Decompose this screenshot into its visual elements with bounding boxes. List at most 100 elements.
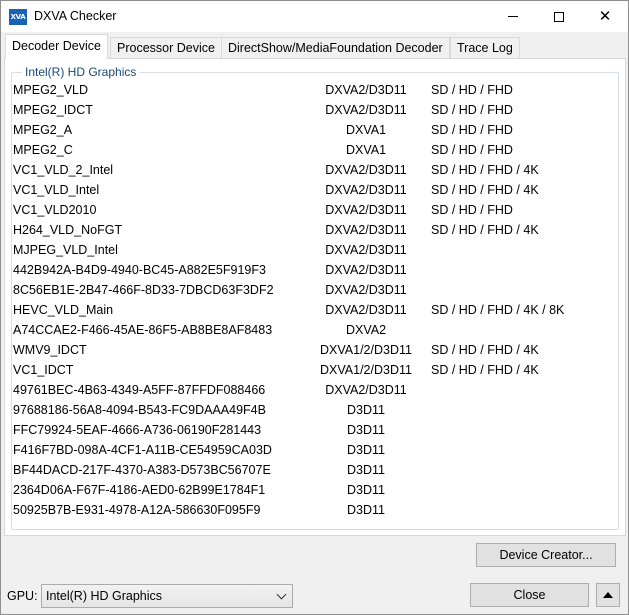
decoder-resolutions: SD / HD / FHD / 4K	[431, 183, 539, 197]
triangle-up-icon	[603, 592, 613, 598]
window-title: DXVA Checker	[34, 9, 117, 23]
decoder-api: DXVA2/D3D11	[325, 83, 407, 97]
decoder-row[interactable]: 442B942A-B4D9-4940-BC45-A882E5F919F3 DXVA…	[13, 260, 613, 280]
decoder-api: DXVA1	[345, 143, 387, 157]
decoder-api: D3D11	[347, 463, 385, 477]
decoder-resolutions: SD / HD / FHD / 4K	[431, 163, 539, 177]
decoder-name: F416F7BD-098A-4CF1-A11B-CE54959CA03D	[13, 443, 272, 457]
tab-processor-device[interactable]: Processor Device	[110, 37, 222, 58]
minimize-icon	[508, 16, 518, 17]
decoder-name: MPEG2_VLD	[13, 83, 89, 97]
group-title: Intel(R) HD Graphics	[22, 65, 140, 79]
decoder-row[interactable]: VC1_VLD2010 DXVA2/D3D11 SD / HD / FHD	[13, 200, 613, 220]
decoder-api: DXVA2/D3D11	[325, 263, 407, 277]
decoder-api: DXVA1/2/D3D11	[320, 343, 412, 357]
decoder-resolutions: SD / HD / FHD	[431, 143, 513, 157]
decoder-row[interactable]: BF44DACD-217F-4370-A383-D573BC56707E D3D1…	[13, 460, 613, 480]
decoder-api: DXVA2/D3D11	[325, 223, 407, 237]
decoder-list[interactable]: MPEG2_VLD DXVA2/D3D11 SD / HD / FHD MPEG2_I…	[13, 80, 613, 520]
title-bar[interactable]: XVA DXVA Checker ✕	[1, 1, 628, 32]
decoder-api: DXVA1	[345, 123, 387, 137]
decoder-resolutions: SD / HD / FHD	[431, 203, 513, 217]
maximize-icon	[554, 11, 564, 22]
decoder-resolutions: SD / HD / FHD	[431, 123, 513, 137]
decoder-name: MJPEG_VLD_Intel	[13, 243, 118, 257]
decoder-row[interactable]: VC1_IDCT DXVA1/2/D3D11 SD / HD / FHD / 4K	[13, 360, 613, 380]
decoder-api: DXVA2/D3D11	[325, 103, 407, 117]
decoder-api: DXVA2/D3D11	[325, 303, 407, 317]
decoder-name: 50925B7B-E931-4978-A12A-586630F095F9	[13, 503, 261, 517]
decoder-resolutions: SD / HD / FHD / 4K	[431, 363, 539, 377]
decoder-name: MPEG2_C	[13, 143, 73, 157]
decoder-row[interactable]: WMV9_IDCT DXVA1/2/D3D11 SD / HD / FHD / 4K	[13, 340, 613, 360]
app-icon: XVA	[9, 9, 27, 25]
decoder-api: D3D11	[347, 443, 385, 457]
device-creator-button[interactable]: Device Creator...	[476, 543, 616, 567]
chevron-down-icon	[276, 589, 287, 600]
decoder-name: VC1_VLD_Intel	[13, 183, 100, 197]
decoder-api: D3D11	[347, 503, 385, 517]
decoder-row[interactable]: MJPEG_VLD_Intel DXVA2/D3D11	[13, 240, 613, 260]
gpu-label: GPU:	[7, 589, 38, 603]
decoder-name: VC1_VLD2010	[13, 203, 97, 217]
decoder-name: FFC79924-5EAF-4666-A736-06190F281443	[13, 423, 262, 437]
tab-strip: Decoder Device Processor Device DirectSh…	[3, 34, 628, 59]
decoder-row[interactable]: 50925B7B-E931-4978-A12A-586630F095F9 D3D1…	[13, 500, 613, 520]
tab-trace-log[interactable]: Trace Log	[450, 37, 520, 58]
dxva-checker-window: XVA DXVA Checker ✕ Decoder Device Proces…	[0, 0, 629, 615]
gpu-select-value: Intel(R) HD Graphics	[46, 589, 162, 603]
decoder-api: DXVA1/2/D3D11	[320, 363, 412, 377]
close-icon: ✕	[598, 7, 612, 25]
decoder-name: MPEG2_IDCT	[13, 103, 93, 117]
maximize-button[interactable]	[536, 1, 582, 32]
decoder-name: 97688186-56A8-4094-B543-FC9DAAA49F4B	[13, 403, 266, 417]
decoder-row[interactable]: MPEG2_C DXVA1 SD / HD / FHD	[13, 140, 613, 160]
close-button[interactable]: Close	[470, 583, 589, 607]
decoder-api: DXVA2	[345, 323, 387, 337]
decoder-api: DXVA2/D3D11	[325, 383, 407, 397]
decoder-row[interactable]: FFC79924-5EAF-4666-A736-06190F281443 D3D1…	[13, 420, 613, 440]
tab-decoder-device[interactable]: Decoder Device	[5, 34, 108, 59]
decoder-api: DXVA2/D3D11	[325, 183, 407, 197]
decoder-name: MPEG2_A	[13, 123, 73, 137]
decoder-row[interactable]: MPEG2_VLD DXVA2/D3D11 SD / HD / FHD	[13, 80, 613, 100]
decoder-name: HEVC_VLD_Main	[13, 303, 114, 317]
decoder-row[interactable]: 2364D06A-F67F-4186-AED0-62B99E1784F1 D3D1…	[13, 480, 613, 500]
decoder-row[interactable]: 49761BEC-4B63-4349-A5FF-87FFDF088466 DXVA…	[13, 380, 613, 400]
decoder-name: 8C56EB1E-2B47-466F-8D33-7DBCD63F3DF2	[13, 283, 274, 297]
decoder-row[interactable]: MPEG2_IDCT DXVA2/D3D11 SD / HD / FHD	[13, 100, 613, 120]
decoder-row[interactable]: 8C56EB1E-2B47-466F-8D33-7DBCD63F3DF2 DXVA…	[13, 280, 613, 300]
minimize-button[interactable]	[490, 1, 536, 32]
decoder-name: 2364D06A-F67F-4186-AED0-62B99E1784F1	[13, 483, 266, 497]
decoder-resolutions: SD / HD / FHD / 4K	[431, 343, 539, 357]
expand-up-button[interactable]	[596, 583, 620, 607]
decoder-resolutions: SD / HD / FHD / 4K / 8K	[431, 303, 565, 317]
decoder-resolutions: SD / HD / FHD	[431, 83, 513, 97]
decoder-api: DXVA2/D3D11	[325, 283, 407, 297]
decoder-name: BF44DACD-217F-4370-A383-D573BC56707E	[13, 463, 271, 477]
decoder-api: DXVA2/D3D11	[325, 203, 407, 217]
decoder-resolutions: SD / HD / FHD	[431, 103, 513, 117]
decoder-row[interactable]: 97688186-56A8-4094-B543-FC9DAAA49F4B D3D1…	[13, 400, 613, 420]
decoder-api: D3D11	[347, 403, 385, 417]
decoder-row[interactable]: MPEG2_A DXVA1 SD / HD / FHD	[13, 120, 613, 140]
decoder-name: A74CCAE2-F466-45AE-86F5-AB8BE8AF8483	[13, 323, 273, 337]
close-window-button[interactable]: ✕	[582, 1, 628, 32]
decoder-name: WMV9_IDCT	[13, 343, 87, 357]
tab-directshow-mediafoundation-decoder[interactable]: DirectShow/MediaFoundation Decoder	[221, 37, 450, 58]
decoder-row[interactable]: H264_VLD_NoFGT DXVA2/D3D11 SD / HD / FHD /…	[13, 220, 613, 240]
decoder-resolutions: SD / HD / FHD / 4K	[431, 223, 539, 237]
decoder-name: 442B942A-B4D9-4940-BC45-A882E5F919F3	[13, 263, 266, 277]
decoder-name: VC1_VLD_2_Intel	[13, 163, 114, 177]
decoder-row[interactable]: A74CCAE2-F466-45AE-86F5-AB8BE8AF8483 DXVA…	[13, 320, 613, 340]
decoder-row[interactable]: HEVC_VLD_Main DXVA2/D3D11 SD / HD / FHD / …	[13, 300, 613, 320]
gpu-select[interactable]: Intel(R) HD Graphics	[41, 584, 293, 608]
decoder-name: VC1_IDCT	[13, 363, 74, 377]
decoder-row[interactable]: F416F7BD-098A-4CF1-A11B-CE54959CA03D D3D1…	[13, 440, 613, 460]
decoder-device-panel: Intel(R) HD Graphics MPEG2_VLD DXVA2/D3D1…	[4, 58, 626, 536]
decoder-name: 49761BEC-4B63-4349-A5FF-87FFDF088466	[13, 383, 266, 397]
decoder-api: DXVA2/D3D11	[325, 163, 407, 177]
decoder-row[interactable]: VC1_VLD_2_Intel DXVA2/D3D11 SD / HD / FHD …	[13, 160, 613, 180]
decoder-api: D3D11	[347, 423, 385, 437]
decoder-row[interactable]: VC1_VLD_Intel DXVA2/D3D11 SD / HD / FHD / …	[13, 180, 613, 200]
